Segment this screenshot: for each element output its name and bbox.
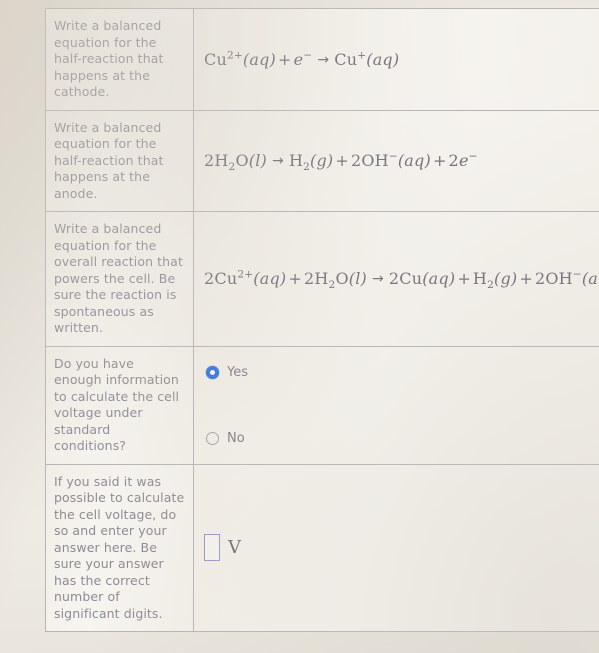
- table-row-cell-voltage: If you said it was possible to calculate…: [45, 463, 599, 632]
- equation-token: O: [335, 269, 349, 289]
- equation-operator: +: [288, 269, 302, 289]
- equation-state-label: (l): [248, 151, 267, 171]
- equation-token: H: [288, 151, 304, 171]
- table-row-enough-information: Do you have enough information to calcul…: [45, 345, 599, 465]
- prompt-text-enough-information: Do you have enough information to calcul…: [54, 355, 180, 454]
- radio-group-spacer: [206, 383, 599, 427]
- prompt-cell-overall: Write a balanced equation for the overal…: [45, 211, 194, 347]
- table-row-overall: Write a balanced equation for the overal…: [45, 211, 599, 347]
- equation-operator: +: [277, 49, 292, 69]
- equation-operator: +: [432, 151, 447, 171]
- equation-token: e: [293, 49, 304, 69]
- cell-voltage-input[interactable]: [204, 534, 220, 562]
- prompt-cell-enough-information: Do you have enough information to calcul…: [45, 345, 194, 465]
- radio-unselected-icon[interactable]: [206, 431, 219, 445]
- equation-superscript: −: [303, 49, 313, 62]
- equation-superscript: +: [357, 49, 367, 62]
- equation-overall: 2Cu2+(aq)+2H2O(l)→2Cu(aq)+H2(g)+2OH−(aq): [204, 268, 599, 292]
- equation-state-label: (aq): [422, 269, 456, 289]
- equation-cathode: Cu2+(aq) + e− → Cu+(aq): [204, 50, 599, 69]
- equation-token: 2Cu: [388, 269, 423, 289]
- electrochemistry-worksheet-table: Write a balanced equation for the half-r…: [45, 8, 599, 632]
- radio-label-yes: Yes: [227, 364, 248, 380]
- answer-cell-enough-information: Yes No: [193, 345, 599, 465]
- equation-token: 2e: [448, 151, 469, 171]
- equation-superscript: −: [388, 150, 398, 163]
- radio-option-yes[interactable]: Yes: [206, 361, 599, 383]
- prompt-cell-cathode: Write a balanced equation for the half-r…: [45, 8, 194, 111]
- reaction-arrow-icon: →: [317, 51, 330, 68]
- equation-state-label: (aq): [581, 269, 599, 289]
- answer-cell-overall[interactable]: 2Cu2+(aq)+2H2O(l)→2Cu(aq)+H2(g)+2OH−(aq): [193, 211, 599, 347]
- equation-token: Cu: [334, 49, 358, 69]
- equation-state-label: (aq): [397, 151, 431, 171]
- prompt-cell-cell-voltage: If you said it was possible to calculate…: [45, 463, 194, 632]
- cell-voltage-answer-row: V: [204, 534, 599, 562]
- prompt-text-overall: Write a balanced equation for the overal…: [54, 221, 183, 335]
- equation-state-label: (l): [348, 269, 367, 289]
- equation-token: 2H: [303, 269, 329, 289]
- equation-token: O: [235, 151, 249, 171]
- table-row-anode: Write a balanced equation for the half-r…: [45, 109, 599, 212]
- reaction-arrow-icon: →: [272, 153, 284, 170]
- equation-superscript: −: [468, 150, 478, 163]
- prompt-text-cathode: Write a balanced equation for the half-r…: [54, 18, 164, 99]
- table-row-cathode: Write a balanced equation for the half-r…: [45, 8, 599, 111]
- equation-superscript: 2+: [226, 49, 243, 62]
- worksheet-table-body: Write a balanced equation for the half-r…: [45, 8, 599, 632]
- equation-token: Cu: [204, 49, 227, 69]
- equation-subscript: 2: [303, 161, 311, 174]
- prompt-text-cell-voltage: If you said it was possible to calculate…: [54, 473, 185, 621]
- equation-token: 2OH: [350, 151, 389, 171]
- answer-cell-cell-voltage: V: [193, 463, 599, 632]
- equation-superscript: −: [572, 268, 582, 281]
- voltage-unit-label: V: [228, 537, 241, 559]
- equation-superscript: 2+: [237, 268, 254, 281]
- equation-operator: +: [335, 151, 349, 171]
- radio-selected-icon[interactable]: [206, 365, 219, 379]
- equation-state-label: (aq): [242, 49, 276, 69]
- equation-token: H: [472, 269, 488, 289]
- equation-anode: 2H2O(l) → H2(g) +2OH−(aq) +2e−: [204, 150, 599, 174]
- radio-label-no: No: [227, 430, 245, 446]
- prompt-cell-anode: Write a balanced equation for the half-r…: [45, 109, 194, 212]
- equation-operator: +: [519, 269, 533, 289]
- equation-state-label: (g): [310, 151, 334, 171]
- equation-operator: +: [457, 269, 471, 289]
- equation-state-label: (aq): [253, 269, 287, 289]
- prompt-text-anode: Write a balanced equation for the half-r…: [54, 119, 164, 201]
- answer-cell-cathode[interactable]: Cu2+(aq) + e− → Cu+(aq): [193, 8, 599, 111]
- equation-token: 2H: [204, 151, 229, 171]
- radio-group-enough-information: Yes No: [204, 357, 599, 453]
- equation-subscript: 2: [487, 279, 494, 292]
- reaction-arrow-icon: →: [371, 271, 384, 288]
- equation-state-label: (g): [494, 269, 518, 289]
- equation-token: 2OH: [534, 269, 573, 289]
- answer-cell-anode[interactable]: 2H2O(l) → H2(g) +2OH−(aq) +2e−: [193, 109, 599, 212]
- equation-state-label: (aq): [366, 49, 400, 69]
- equation-token: 2Cu: [204, 269, 238, 289]
- radio-option-no[interactable]: No: [206, 427, 599, 449]
